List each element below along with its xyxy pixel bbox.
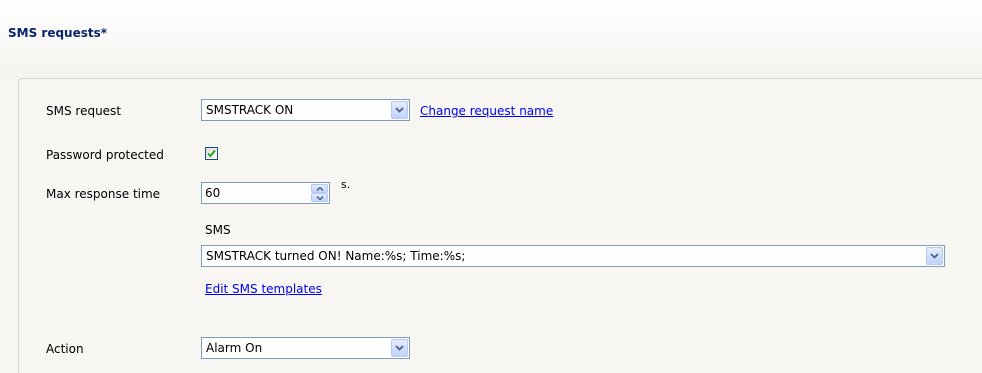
- edit-sms-templates-link[interactable]: Edit SMS templates: [205, 282, 322, 296]
- action-select[interactable]: Alarm On: [201, 337, 410, 359]
- max-response-time-spinner[interactable]: 60: [201, 182, 330, 204]
- sms-template-select[interactable]: SMSTRACK turned ON! Name:%s; Time:%s;: [201, 245, 945, 267]
- chevron-down-icon[interactable]: [391, 339, 408, 357]
- spinner-buttons: [311, 184, 328, 202]
- password-protected-label: Password protected: [46, 148, 164, 162]
- sms-request-select[interactable]: SMSTRACK ON: [201, 99, 410, 121]
- section-title: SMS requests*: [8, 26, 108, 40]
- sms-template-value: SMSTRACK turned ON! Name:%s; Time:%s;: [206, 249, 466, 263]
- seconds-unit-label: s.: [341, 178, 351, 191]
- max-response-time-value: 60: [205, 186, 221, 200]
- sms-request-label: SMS request: [46, 104, 122, 118]
- sms-label: SMS: [205, 223, 231, 237]
- spin-down-icon[interactable]: [311, 193, 328, 202]
- sms-request-value: SMSTRACK ON: [206, 103, 294, 117]
- action-value: Alarm On: [206, 341, 263, 355]
- change-request-name-link[interactable]: Change request name: [420, 104, 553, 118]
- chevron-down-icon[interactable]: [391, 101, 408, 119]
- password-protected-checkbox[interactable]: [205, 147, 218, 160]
- action-label: Action: [46, 342, 84, 356]
- max-response-time-label: Max response time: [46, 187, 161, 201]
- checkmark-icon: [207, 149, 216, 158]
- sms-request-panel: [18, 78, 982, 373]
- chevron-down-icon[interactable]: [926, 247, 943, 265]
- spin-up-icon[interactable]: [311, 184, 328, 193]
- section-header: SMS requests*: [0, 0, 982, 78]
